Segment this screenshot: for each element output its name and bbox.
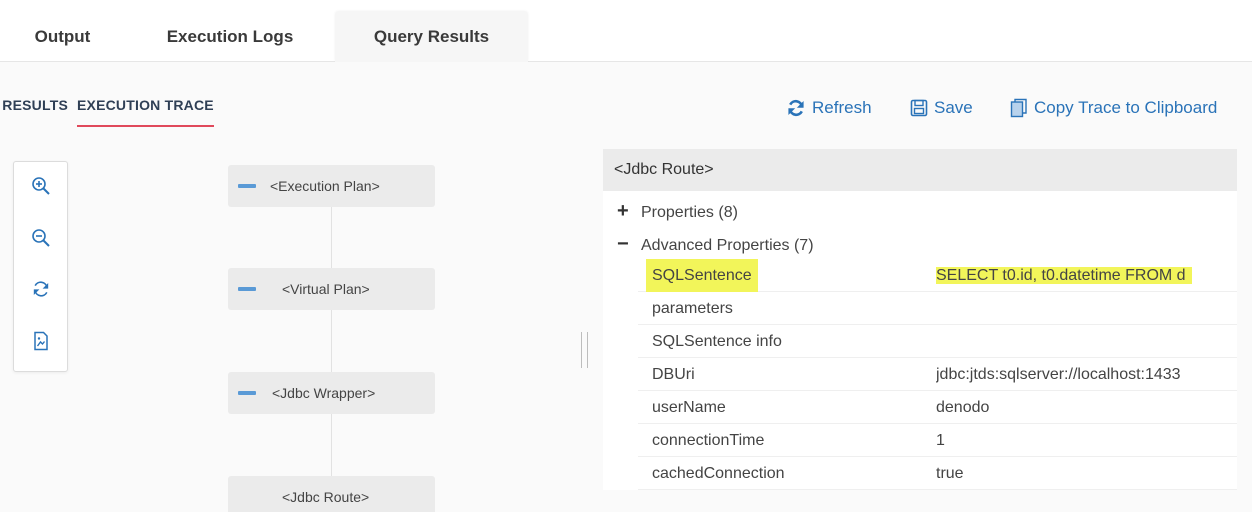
property-row[interactable]: parameters <box>638 292 1237 325</box>
tree-node-label: <Jdbc Wrapper> <box>272 385 376 401</box>
group-label: Properties (8) <box>641 204 738 221</box>
group-label: Advanced Properties (7) <box>641 237 814 254</box>
property-key: SQLSentence <box>646 259 758 292</box>
property-row[interactable]: SQLSentence info <box>638 325 1237 358</box>
save-label: Save <box>934 98 973 117</box>
properties-group[interactable]: + Properties (8) <box>617 197 738 225</box>
copy-icon <box>1010 98 1028 118</box>
property-row[interactable]: connectionTime 1 <box>638 424 1237 457</box>
tree-node-virtual-plan[interactable]: <Virtual Plan> <box>228 268 435 310</box>
property-key: cachedConnection <box>652 465 785 482</box>
copy-label: Copy Trace to Clipboard <box>1034 98 1218 117</box>
tree-node-label: <Execution Plan> <box>270 178 380 194</box>
property-key: DBUri <box>652 366 695 383</box>
tree-node-label: <Jdbc Route> <box>282 489 370 505</box>
property-row[interactable]: userName denodo <box>638 391 1237 424</box>
save-button[interactable]: Save <box>910 96 973 120</box>
tree-node-execution-plan[interactable]: <Execution Plan> <box>228 165 435 207</box>
subtab-execution-trace[interactable]: EXECUTION TRACE <box>77 97 214 127</box>
subtab-results-clip: RESULTS <box>0 97 68 127</box>
zoom-toolbar <box>13 161 68 372</box>
refresh-icon <box>786 98 806 118</box>
panel-splitter[interactable] <box>580 332 590 368</box>
tab-query-results[interactable]: Query Results <box>335 12 528 62</box>
collapse-icon[interactable] <box>238 391 256 395</box>
property-key: parameters <box>652 300 733 317</box>
tree-connector <box>331 206 332 512</box>
main-tabbar: Output Execution Logs Query Results <box>0 0 1252 62</box>
property-value <box>936 292 1237 325</box>
export-image-button[interactable] <box>27 329 55 357</box>
tree-node-label: <Virtual Plan> <box>282 281 370 297</box>
property-value: 1 <box>936 432 945 449</box>
property-key: SQLSentence info <box>652 333 782 350</box>
tree-node-jdbc-wrapper[interactable]: <Jdbc Wrapper> <box>228 372 435 414</box>
collapse-icon[interactable] <box>238 184 256 188</box>
refresh-button[interactable]: Refresh <box>786 96 872 120</box>
save-icon <box>910 99 928 117</box>
zoom-out-button[interactable] <box>27 226 55 254</box>
zoom-out-icon <box>31 228 51 253</box>
tab-execution-logs[interactable]: Execution Logs <box>150 12 310 62</box>
reset-zoom-button[interactable] <box>27 277 55 305</box>
property-value <box>936 325 1237 358</box>
image-file-icon <box>32 331 50 356</box>
property-value: denodo <box>936 399 990 416</box>
collapse-icon[interactable] <box>238 287 256 291</box>
collapse-icon: − <box>617 233 629 255</box>
query-results-panel: RESULTS EXECUTION TRACE Refresh Save Cop… <box>0 62 1252 512</box>
property-value: true <box>936 465 964 482</box>
properties-panel: <Jdbc Route> + Properties (8) − Advanced P… <box>603 149 1237 490</box>
property-key: userName <box>652 399 726 416</box>
property-key: connectionTime <box>652 432 765 449</box>
property-row[interactable]: cachedConnection true <box>638 457 1237 490</box>
tree-node-jdbc-route[interactable]: <Jdbc Route> <box>228 476 435 512</box>
zoom-in-icon <box>31 176 51 201</box>
properties-title: <Jdbc Route> <box>603 149 1237 191</box>
expand-icon: + <box>617 200 629 222</box>
subtab-results[interactable]: RESULTS <box>2 97 68 127</box>
tab-output[interactable]: Output <box>15 12 110 62</box>
copy-trace-button[interactable]: Copy Trace to Clipboard <box>1010 96 1217 120</box>
advanced-properties-group[interactable]: − Advanced Properties (7) <box>617 230 814 258</box>
property-row[interactable]: SQLSentence SELECT t0.id, t0.datetime FR… <box>638 259 1237 292</box>
property-row[interactable]: DBUri jdbc:jtds:sqlserver://localhost:14… <box>638 358 1237 391</box>
property-value: jdbc:jtds:sqlserver://localhost:1433 <box>936 366 1181 383</box>
property-value-highlight: SELECT t0.id, t0.datetime FROM d <box>936 267 1192 284</box>
reset-icon <box>31 279 51 304</box>
zoom-in-button[interactable] <box>27 174 55 202</box>
refresh-label: Refresh <box>812 98 872 117</box>
property-value: SELECT t0.id, t0.datetime FROM d <box>936 259 1237 292</box>
